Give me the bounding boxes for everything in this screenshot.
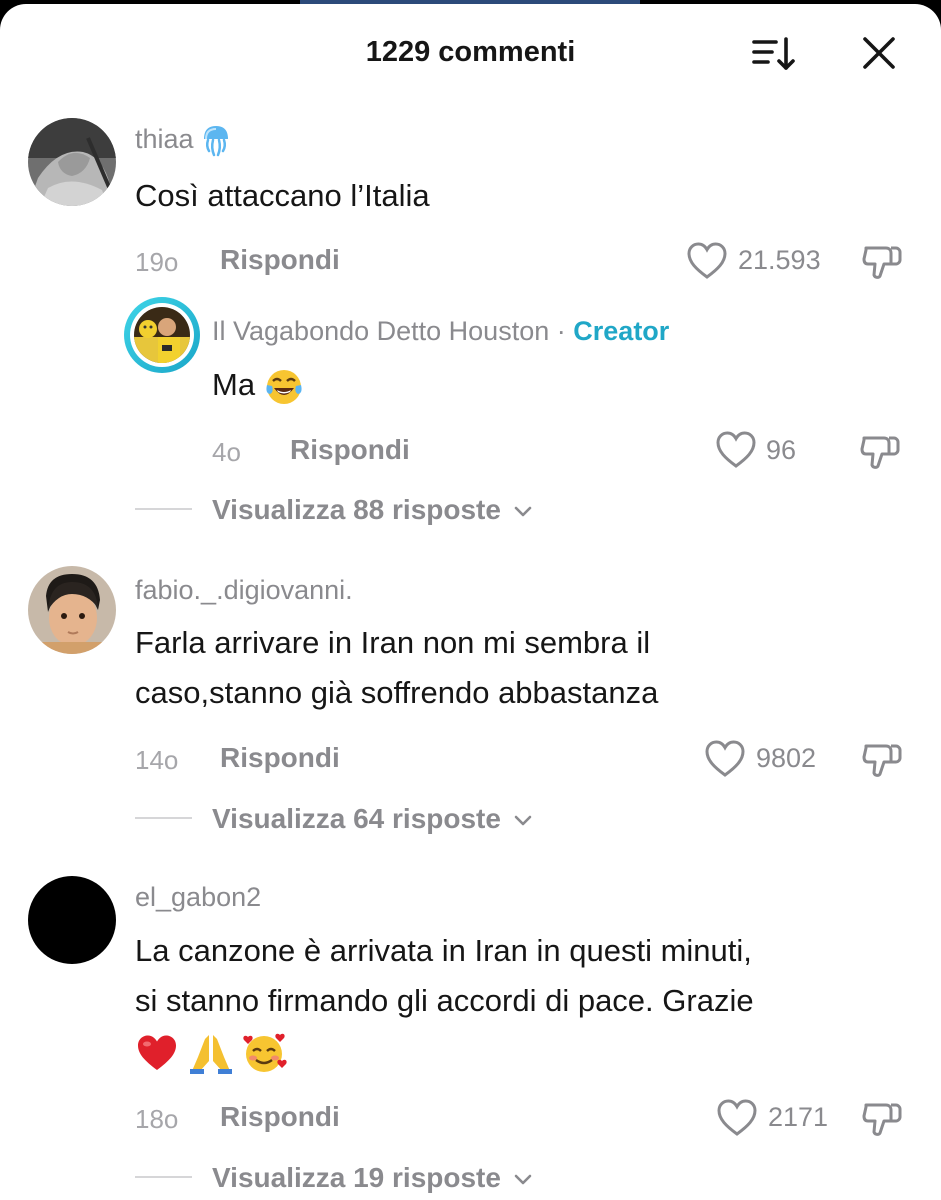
like-count: 21.593	[738, 245, 821, 275]
smiling-hearts-emoji-icon	[243, 1033, 287, 1072]
reply-button[interactable]: Rispondi	[220, 1101, 340, 1133]
dislike-icon[interactable]	[858, 430, 902, 474]
comment-time: 19o	[135, 247, 179, 277]
comments-count-title: 1229 commenti	[365, 36, 576, 68]
comment-username[interactable]: el_gabon2	[135, 882, 261, 913]
view-replies-button[interactable]: Visualizza 19 risposte	[212, 1162, 533, 1194]
comment-emoji-line	[135, 1026, 288, 1076]
red-heart-emoji-icon	[138, 1035, 176, 1070]
chevron-down-icon	[514, 1174, 532, 1184]
like-count: 9802	[756, 743, 817, 773]
chevron-down-icon	[514, 815, 532, 825]
dislike-icon[interactable]	[860, 240, 904, 284]
sort-descending-icon	[752, 37, 795, 70]
heart-icon[interactable]	[704, 739, 746, 779]
like-count: 2171	[768, 1102, 829, 1132]
heart-icon[interactable]	[716, 1098, 758, 1138]
close-icon	[863, 37, 895, 69]
laughing-tears-emoji-icon	[266, 369, 302, 404]
dislike-icon[interactable]	[860, 738, 904, 782]
divider-line	[135, 1176, 192, 1178]
heart-icon[interactable]	[715, 430, 757, 470]
comment-text: Così attaccano l’Italia	[135, 178, 430, 213]
creator-badge: Creator	[573, 316, 670, 346]
reply-button[interactable]: Rispondi	[220, 742, 340, 774]
close-button[interactable]	[858, 32, 900, 74]
heart-icon[interactable]	[686, 241, 728, 281]
chevron-down-icon	[514, 506, 532, 516]
folded-hands-emoji-icon	[189, 1034, 232, 1074]
comment-text-line: caso,stanno già soffrendo abbastanza	[135, 675, 659, 710]
comment-text-line: La canzone è arrivata in Iran in questi …	[135, 933, 752, 968]
avatar[interactable]	[28, 566, 116, 654]
comment-username[interactable]: thiaa	[135, 124, 231, 158]
creator-avatar[interactable]	[124, 297, 200, 373]
view-replies-button[interactable]: Visualizza 64 risposte	[212, 803, 533, 835]
separator-dot: ·	[556, 316, 566, 346]
dislike-icon[interactable]	[860, 1097, 904, 1141]
comment-time: 14o	[135, 745, 179, 775]
reply-time: 4o	[212, 437, 241, 467]
jellyfish-emoji-icon	[204, 126, 229, 157]
reply-button[interactable]: Rispondi	[290, 434, 410, 466]
sort-button[interactable]	[750, 34, 798, 74]
reply-text: Ma	[212, 360, 304, 410]
comments-header: 1229 commenti	[0, 4, 941, 100]
comment-time: 18o	[135, 1104, 179, 1134]
comments-sheet: 1229 commenti thiaa Così attaccano l’Ita…	[0, 4, 941, 1200]
divider-line	[135, 508, 192, 510]
avatar[interactable]	[28, 118, 116, 206]
reply-button[interactable]: Rispondi	[220, 244, 340, 276]
view-replies-button[interactable]: Visualizza 88 risposte	[212, 494, 533, 526]
comment-text-line: Farla arrivare in Iran non mi sembra il	[135, 625, 651, 660]
avatar[interactable]	[28, 876, 116, 964]
like-count: 96	[766, 435, 797, 465]
comment-text-line: si stanno firmando gli accordi di pace. …	[135, 983, 754, 1018]
reply-username[interactable]: Il Vagabondo Detto Houston · Creator	[212, 316, 669, 347]
divider-line	[135, 817, 192, 819]
comment-username[interactable]: fabio._.digiovanni.	[135, 575, 353, 606]
